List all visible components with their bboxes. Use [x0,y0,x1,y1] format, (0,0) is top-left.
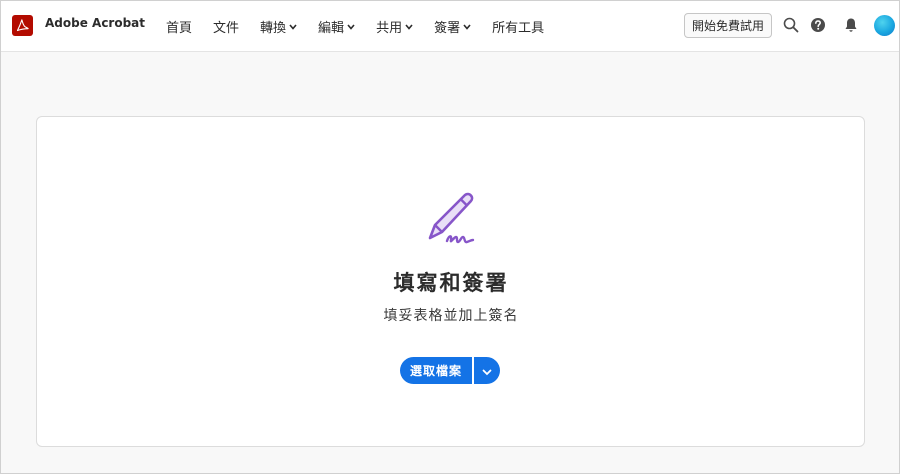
bell-icon[interactable] [842,16,860,34]
help-icon[interactable] [809,16,827,34]
nav-item-label: 首頁 [166,20,193,36]
nav-item-label: 所有工具 [492,20,545,36]
more-options-button[interactable] [472,357,500,384]
acrobat-logo-icon[interactable] [12,15,33,36]
chevron-down-icon [405,19,413,34]
nav-item-share[interactable]: 共用 [376,17,413,36]
chevron-down-icon [482,361,492,380]
nav-item-label: 編輯 [318,20,345,36]
nav-item-label: 簽署 [434,20,461,36]
card-subtitle: 填妥表格並加上簽名 [383,308,519,324]
avatar[interactable] [874,15,895,36]
main-nav: 首頁 文件 轉換 編輯 共用 簽署 所有工具 [166,1,565,51]
nav-item-label: 文件 [213,20,240,36]
start-free-trial-button[interactable]: 開始免費試用 [684,13,772,38]
search-icon[interactable] [782,16,800,34]
nav-item-label: 共用 [376,20,403,36]
nav-item-documents[interactable]: 文件 [213,17,239,36]
nav-item-edit[interactable]: 編輯 [318,17,355,36]
nav-item-label: 轉換 [260,20,287,36]
nav-item-home[interactable]: 首頁 [166,17,192,36]
chevron-down-icon [347,19,355,34]
nav-item-sign[interactable]: 簽署 [434,17,471,36]
top-bar: Adobe Acrobat 首頁 文件 轉換 編輯 共用 簽署 所有工具 開始免… [1,1,899,52]
chevron-down-icon [289,19,297,34]
app-name[interactable]: Adobe Acrobat [45,16,145,30]
nav-item-convert[interactable]: 轉換 [260,17,297,36]
pen-signature-icon [425,191,479,249]
card-title: 填寫和簽署 [393,271,509,295]
select-file-button[interactable]: 選取檔案 [400,357,472,384]
chevron-down-icon [463,19,471,34]
nav-item-all-tools[interactable]: 所有工具 [492,17,544,36]
select-file-button-group: 選取檔案 [400,357,500,384]
